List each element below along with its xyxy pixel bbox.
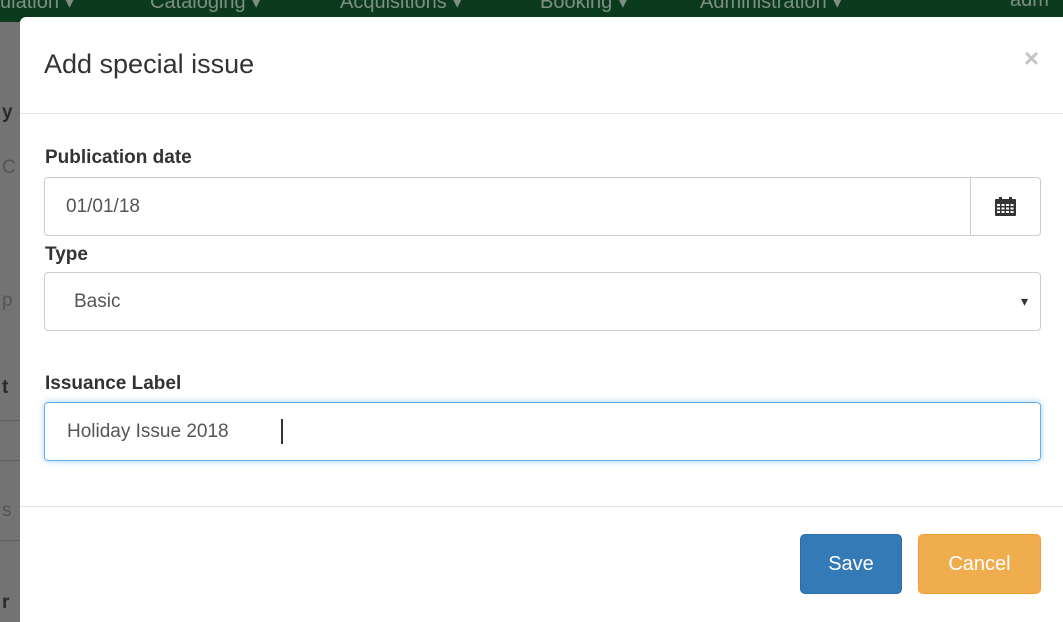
- publication-date-label: Publication date: [45, 147, 192, 168]
- calendar-button[interactable]: [970, 178, 1040, 235]
- bg-glyph: r: [2, 592, 10, 613]
- modal-title: Add special issue: [44, 49, 255, 79]
- chevron-down-icon: ▾: [1020, 293, 1028, 309]
- bg-divider: [0, 420, 20, 421]
- type-label: Type: [45, 244, 88, 265]
- bg-divider: [0, 540, 20, 541]
- modal-footer-divider: [20, 506, 1063, 507]
- bg-nav-item-admin: adm: [1010, 0, 1049, 11]
- bg-glyph: s: [2, 500, 12, 521]
- issuance-label-label: Issuance Label: [45, 373, 182, 394]
- save-button[interactable]: Save: [800, 534, 902, 594]
- bg-glyph: t: [2, 377, 9, 398]
- bg-glyph: C: [2, 157, 16, 178]
- bg-nav-item-acquisitions: Acquisitions ▾: [340, 0, 463, 13]
- publication-date-group: [44, 177, 1041, 236]
- bg-divider: [0, 460, 20, 461]
- issuance-label-input[interactable]: [44, 402, 1041, 461]
- background-page-edge: y C p t s r: [0, 22, 20, 622]
- text-cursor: [281, 419, 283, 444]
- cancel-button[interactable]: Cancel: [918, 534, 1041, 594]
- type-select[interactable]: Basic ▾: [44, 272, 1041, 331]
- bg-glyph: p: [2, 290, 13, 311]
- bg-glyph: y: [2, 102, 13, 123]
- type-select-value: Basic: [74, 291, 121, 312]
- bg-nav-item-booking: Booking ▾: [540, 0, 628, 13]
- add-special-issue-modal: Add special issue × Publication date Typ…: [20, 17, 1063, 622]
- bg-nav-item-administration: Administration ▾: [700, 0, 843, 13]
- bg-nav-item-cataloging: Cataloging ▾: [150, 0, 262, 13]
- modal-header: Add special issue ×: [20, 17, 1063, 114]
- calendar-icon: [995, 197, 1016, 216]
- publication-date-input[interactable]: [45, 178, 971, 235]
- close-button[interactable]: ×: [1024, 45, 1039, 71]
- bg-nav-item-circulation: ulation ▾: [0, 0, 75, 13]
